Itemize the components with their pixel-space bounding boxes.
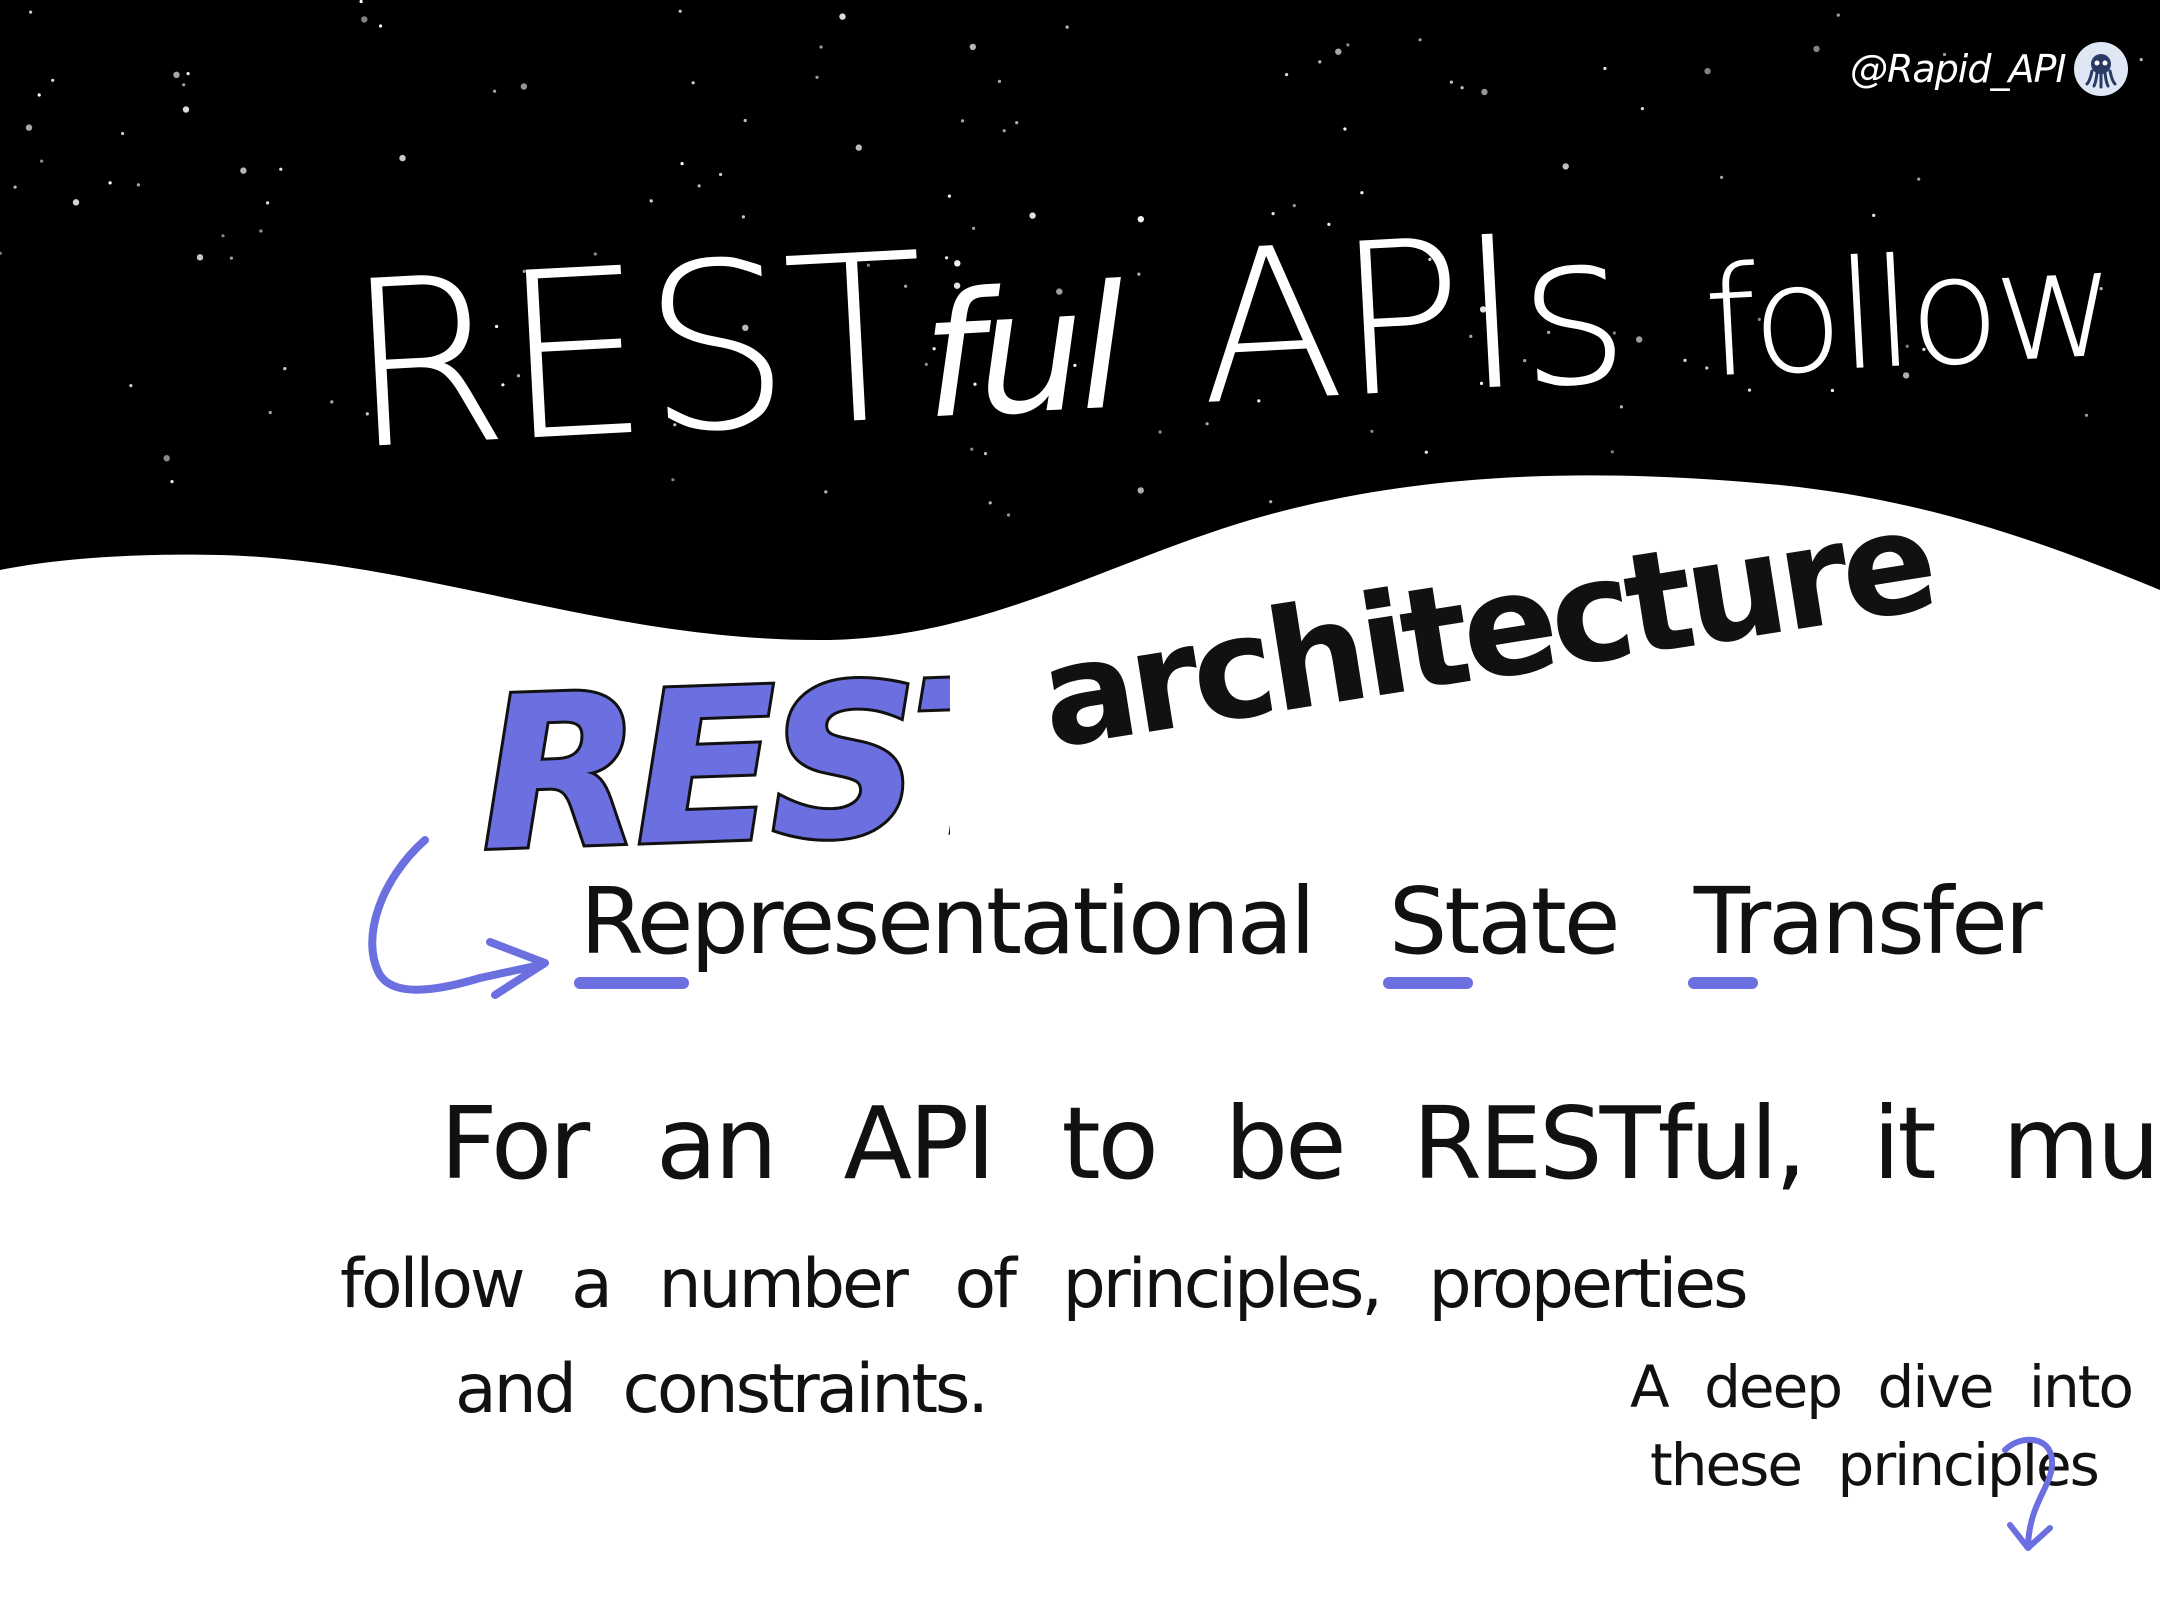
- star: [493, 89, 497, 93]
- star: [815, 75, 819, 79]
- slide: @Rapid_API RESTful APIs follow REST archit…: [0, 0, 2160, 1620]
- star: [697, 184, 701, 188]
- star: [1460, 86, 1464, 90]
- expansion-word-transfer: Transfer: [1687, 868, 2043, 989]
- star: [399, 154, 406, 162]
- star: [1481, 88, 1488, 96]
- star: [719, 172, 723, 177]
- star: [25, 124, 33, 131]
- star: [163, 455, 170, 462]
- star: [259, 229, 263, 233]
- down-arrow-icon: [2002, 1436, 2056, 1551]
- body-line-1: For an API to be RESTful, it must: [440, 1085, 2160, 1202]
- star: [136, 183, 140, 187]
- star: [1318, 60, 1322, 64]
- underline-t: [1687, 977, 1758, 989]
- underline-r: [574, 977, 689, 989]
- star: [186, 72, 190, 76]
- star: [279, 167, 283, 171]
- star: [40, 159, 44, 163]
- star: [1640, 107, 1644, 111]
- star: [268, 410, 272, 415]
- curved-arrow-icon: [368, 836, 549, 999]
- headline-follow: follow: [1700, 216, 2116, 412]
- star: [1449, 80, 1453, 84]
- star: [29, 10, 33, 14]
- star: [1002, 129, 1006, 133]
- deep-dive-line-1: A deep dive into: [1630, 1353, 2134, 1421]
- star: [1343, 127, 1347, 131]
- star: [51, 78, 55, 82]
- star: [1836, 13, 1840, 17]
- star: [173, 71, 180, 79]
- star: [1813, 45, 1820, 53]
- expansion-word-representational: Representational: [574, 868, 1316, 989]
- star: [13, 185, 17, 189]
- star: [37, 93, 41, 97]
- star: [997, 79, 1002, 83]
- expansion-word-state: State: [1382, 868, 1620, 989]
- star: [819, 45, 823, 49]
- star: [129, 384, 133, 388]
- star: [743, 118, 747, 123]
- headline-ful: ful: [917, 249, 1125, 458]
- star: [1335, 48, 1342, 55]
- star: [969, 43, 976, 51]
- star: [108, 181, 112, 185]
- star: [196, 254, 204, 261]
- underline-s: [1382, 977, 1473, 989]
- star: [1285, 73, 1289, 77]
- star: [1015, 121, 1019, 125]
- star: [649, 199, 653, 203]
- star: [520, 83, 528, 90]
- star: [2139, 58, 2143, 62]
- headline-apis: APIs: [1192, 185, 1631, 453]
- star: [229, 256, 233, 260]
- star: [947, 194, 952, 198]
- star: [359, 0, 363, 4]
- star: [1418, 38, 1422, 42]
- body-line-2: follow a number of principles, propertie…: [340, 1245, 1749, 1324]
- star: [121, 131, 125, 136]
- star: [72, 199, 80, 206]
- star: [240, 167, 247, 174]
- star: [182, 83, 186, 87]
- star: [961, 119, 965, 123]
- star: [1603, 66, 1607, 71]
- star: [221, 234, 225, 238]
- star: [330, 400, 334, 404]
- body-line-3: and constraints.: [455, 1350, 989, 1429]
- star: [680, 162, 684, 166]
- octopus-logo-icon: [2073, 42, 2128, 96]
- star: [266, 201, 270, 205]
- star: [1065, 25, 1069, 29]
- twitter-handle: @Rapid_API: [1850, 42, 2128, 96]
- star: [361, 16, 368, 23]
- star: [839, 13, 846, 20]
- star: [379, 24, 383, 28]
- star: [283, 367, 287, 371]
- star: [170, 480, 174, 484]
- star: [1346, 43, 1350, 47]
- star: [855, 144, 862, 151]
- headline-rest: REST: [340, 204, 929, 502]
- star: [1562, 163, 1569, 170]
- star: [691, 81, 695, 85]
- star: [1704, 67, 1711, 75]
- rest-expansion: Representational State Transfer: [574, 868, 2090, 989]
- star: [678, 9, 682, 13]
- star: [182, 106, 190, 113]
- star: [2084, 413, 2089, 417]
- handle-text: @Rapid_API: [1850, 47, 2067, 91]
